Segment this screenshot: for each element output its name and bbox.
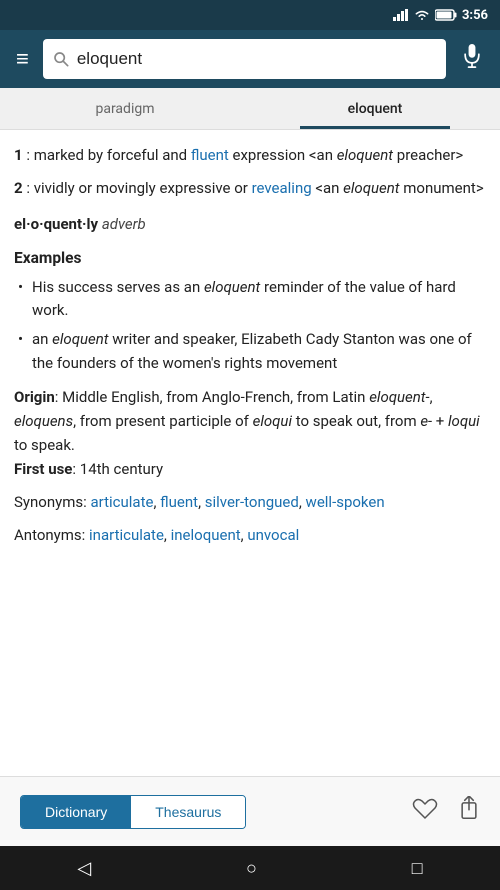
heart-icon: [412, 796, 438, 820]
def-colon-1: :: [26, 146, 33, 164]
status-icons: 3:56: [393, 8, 488, 23]
italic-eloqui: eloqui: [253, 412, 292, 430]
synonyms-block: Synonyms: articulate, fluent, silver-ton…: [14, 491, 486, 514]
italic-eloquens: eloquens: [14, 412, 73, 430]
antonyms-label: Antonyms: [14, 526, 82, 544]
link-silver-tongued[interactable]: silver-tongued: [205, 493, 299, 511]
wifi-icon: [414, 9, 430, 21]
link-well-spoken[interactable]: well-spoken: [306, 493, 385, 511]
android-nav-bar: ◁ ○ □: [0, 846, 500, 890]
search-bar: ≡: [0, 30, 500, 88]
examples-list: His success serves as an eloquent remind…: [14, 276, 486, 375]
tab-paradigm[interactable]: paradigm: [0, 88, 250, 129]
link-ineloquent[interactable]: ineloquent: [171, 526, 241, 544]
thesaurus-tab-button[interactable]: Thesaurus: [131, 796, 245, 828]
origin-label: Origin: [14, 388, 55, 406]
syn-sep-2: ,: [198, 493, 205, 511]
link-unvocal[interactable]: unvocal: [247, 526, 299, 544]
syn-sep-3: ,: [299, 493, 306, 511]
italic-eloquent-ex2: eloquent: [52, 330, 108, 348]
status-time: 3:56: [462, 8, 488, 23]
status-bar: 3:56: [0, 0, 500, 30]
def-num-2: 2: [14, 179, 23, 197]
bottom-tab-group: Dictionary Thesaurus: [20, 795, 246, 829]
dictionary-tab-button[interactable]: Dictionary: [21, 796, 131, 828]
link-revealing[interactable]: revealing: [252, 179, 312, 197]
recents-button[interactable]: □: [392, 852, 443, 885]
first-use-label: First use: [14, 460, 72, 478]
ant-sep-1: ,: [164, 526, 171, 544]
signal-icon: [393, 9, 409, 21]
search-input-wrapper: [43, 39, 446, 79]
definition-2: 2 : vividly or movingly expressive or re…: [14, 177, 486, 200]
antonyms-block: Antonyms: inarticulate, ineloquent, unvo…: [14, 524, 486, 547]
examples-title: Examples: [14, 246, 486, 270]
def-num-1: 1: [14, 146, 23, 164]
mic-icon: [462, 44, 482, 68]
def-text-2: vividly or movingly expressive or: [34, 179, 252, 197]
italic-loqui: loqui: [448, 412, 480, 430]
link-articulate[interactable]: articulate: [90, 493, 153, 511]
definition-1: 1 : marked by forceful and fluent expres…: [14, 144, 486, 167]
italic-eloquent-2: eloquent: [343, 179, 399, 197]
italic-eloquent-1: eloquent: [337, 146, 393, 164]
share-icon: [458, 796, 480, 820]
home-button[interactable]: ○: [226, 852, 277, 885]
favorite-button[interactable]: [412, 796, 438, 827]
mic-button[interactable]: [454, 40, 490, 78]
battery-icon: [435, 9, 457, 21]
link-inarticulate[interactable]: inarticulate: [89, 526, 164, 544]
main-content: 1 : marked by forceful and fluent expres…: [0, 130, 500, 776]
link-fluent-syn[interactable]: fluent: [160, 493, 198, 511]
adverb-line: el·o·quent·ly adverb: [14, 213, 486, 236]
italic-e-: e-: [420, 412, 432, 430]
def-text-1: marked by forceful and: [34, 146, 191, 164]
adverb-word: el·o·quent·ly: [14, 215, 98, 233]
synonyms-label: Synonyms: [14, 493, 83, 511]
def-text-1b: expression <an eloquent preacher>: [229, 146, 463, 164]
italic-eloquent-ex1: eloquent: [204, 278, 260, 296]
share-button[interactable]: [458, 796, 480, 827]
origin-block: Origin: Middle English, from Anglo-Frenc…: [14, 385, 486, 481]
link-fluent[interactable]: fluent: [191, 146, 229, 164]
bottom-icon-group: [412, 796, 480, 827]
italic-eloquent-: eloquent-: [369, 388, 429, 406]
antonyms-colon: :: [82, 526, 89, 544]
example-1: His success serves as an eloquent remind…: [14, 276, 486, 323]
tab-eloquent[interactable]: eloquent: [250, 88, 500, 129]
search-input[interactable]: [77, 49, 436, 69]
origin-text: : Middle English, from Anglo-French, fro…: [14, 388, 480, 454]
adverb-pos: adverb: [102, 215, 146, 233]
def-colon-2: :: [26, 179, 33, 197]
hamburger-button[interactable]: ≡: [10, 44, 35, 74]
def-text-2b: <an eloquent monument>: [312, 179, 484, 197]
back-button[interactable]: ◁: [57, 852, 111, 885]
tabs-bar: paradigm eloquent: [0, 88, 500, 130]
search-icon: [53, 51, 69, 67]
example-2: an eloquent writer and speaker, Elizabet…: [14, 328, 486, 375]
first-use-value: : 14th century: [72, 460, 163, 478]
bottom-tabs-bar: Dictionary Thesaurus: [0, 776, 500, 846]
